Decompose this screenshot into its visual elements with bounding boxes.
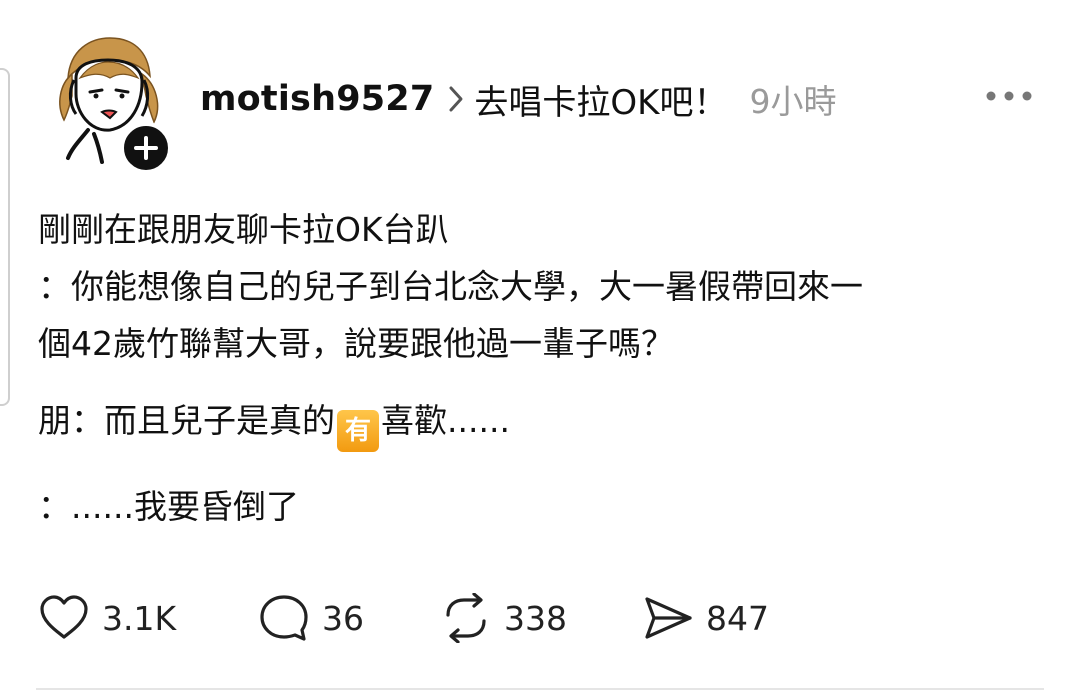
reply-count: 36 [322, 598, 364, 638]
chevron-right-icon [448, 85, 464, 113]
post-text: 朋：而且兒子是真的 [38, 401, 335, 440]
avatar[interactable] [50, 34, 174, 174]
post-paragraph-1: 剛剛在跟朋友聊卡拉OK台趴 ：你能想像自己的兒子到台北念大學，大一暑假帶回來一 … [38, 201, 1048, 372]
plus-icon [134, 136, 158, 160]
repost-button[interactable]: 338 [440, 593, 642, 643]
like-count: 3.1K [102, 598, 177, 638]
repost-count: 338 [504, 598, 567, 638]
reply-button[interactable]: 36 [258, 593, 440, 643]
post-line: 個42歲竹聯幫大哥，說要跟他過一輩子嗎？ [38, 324, 674, 363]
post-timestamp: 9小時 [749, 82, 837, 121]
more-options-button[interactable] [984, 86, 1034, 106]
post-text: 喜歡...... [381, 401, 510, 440]
username-link[interactable]: motish9527 [200, 79, 434, 119]
community-link[interactable]: 去唱卡拉OK吧！ [474, 75, 727, 124]
follow-button[interactable] [120, 122, 172, 174]
post-line: ：你能想像自己的兒子到台北念大學，大一暑假帶回來一 [38, 267, 863, 306]
comment-icon [260, 595, 308, 641]
post-line: 剛剛在跟朋友聊卡拉OK台趴 [38, 210, 449, 249]
post-paragraph-2: 朋：而且兒子是真的有喜歡...... [38, 392, 1048, 452]
like-button[interactable]: 3.1K [38, 594, 258, 642]
post-line: 朋：而且兒子是真的有喜歡...... [38, 392, 1048, 452]
more-dots-icon [986, 91, 1032, 101]
emoji-have-icon: 有 [337, 410, 379, 452]
divider [36, 688, 1044, 690]
post-header: motish9527 去唱卡拉OK吧！ 9小時 [200, 73, 836, 125]
post-paragraph-3: ：......我要昏倒了 [38, 478, 1048, 535]
repost-icon [446, 593, 486, 643]
post-body: 剛剛在跟朋友聊卡拉OK台趴 ：你能想像自己的兒子到台北念大學，大一暑假帶回來一 … [38, 201, 1048, 535]
share-count: 847 [706, 598, 769, 638]
left-edge-rail [0, 68, 10, 406]
send-icon [645, 597, 692, 639]
post-actions: 3.1K 36 338 847 [38, 592, 769, 644]
share-button[interactable]: 847 [642, 594, 769, 642]
heart-icon [40, 595, 88, 639]
post-line: ：......我要昏倒了 [38, 487, 299, 526]
